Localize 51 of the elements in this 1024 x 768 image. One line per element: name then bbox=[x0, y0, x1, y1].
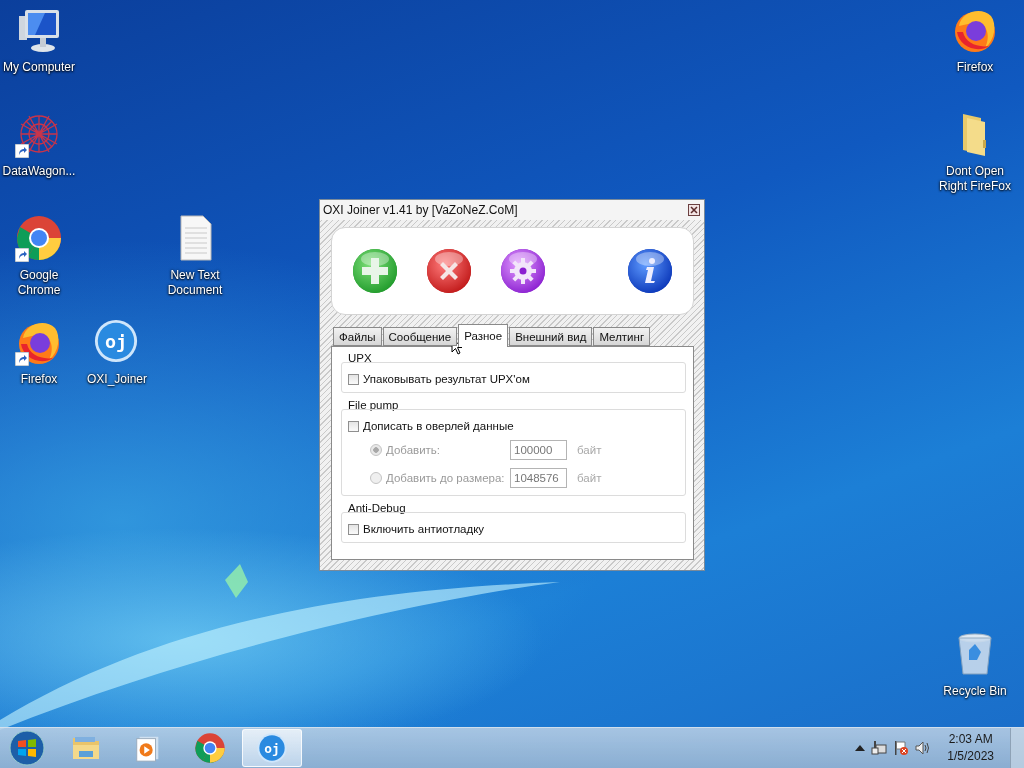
tab[interactable]: Сообщение bbox=[382, 327, 458, 346]
radio-label: Добавить до размера: bbox=[386, 472, 505, 484]
checkbox-label: Включить антиотладку bbox=[363, 523, 485, 535]
checkbox[interactable] bbox=[348, 420, 359, 432]
windows-orb-icon bbox=[9, 730, 45, 766]
group-title: UPX bbox=[348, 352, 373, 365]
delete-button[interactable] bbox=[426, 248, 472, 294]
oj-logo-icon: oj bbox=[256, 732, 288, 764]
plus-icon bbox=[352, 248, 398, 294]
clock-time[interactable]: 2:03 AM bbox=[948, 731, 993, 748]
chrome-icon bbox=[194, 732, 226, 764]
cross-icon bbox=[426, 248, 472, 294]
group-title: Anti-Debug bbox=[348, 502, 407, 515]
taskbar-app-button[interactable]: oj bbox=[242, 729, 302, 767]
oj-logo-icon: oj bbox=[93, 318, 139, 364]
caret-up-icon[interactable] bbox=[855, 745, 866, 751]
desktop-icon-label[interactable]: DataWagon... bbox=[2, 164, 76, 179]
desktop-icon-label[interactable]: Recycle Bin bbox=[943, 684, 1007, 699]
add-button[interactable] bbox=[352, 248, 398, 294]
show-desktop-button[interactable] bbox=[1010, 728, 1024, 768]
checkbox-label: Упаковывать результат UPX'ом bbox=[363, 373, 530, 385]
unit-label: байт bbox=[577, 472, 602, 484]
desktop-icon-label[interactable]: Google Chrome bbox=[0, 268, 78, 298]
tab[interactable]: Файлы bbox=[333, 327, 382, 346]
info-icon bbox=[627, 248, 673, 294]
checkbox-label: Дописать в оверлей данные bbox=[363, 420, 514, 432]
unit-label: байт bbox=[577, 444, 602, 456]
window-title: OXI Joiner v1.41 by [VaZoNeZ.CoM] bbox=[323, 203, 518, 217]
network-icon[interactable] bbox=[871, 740, 888, 756]
flag-icon[interactable] bbox=[893, 740, 910, 756]
close-button[interactable] bbox=[688, 204, 700, 216]
gear-icon bbox=[500, 248, 546, 294]
desktop-icon-label[interactable]: OXI_Joiner bbox=[87, 372, 147, 387]
desktop-icon-label[interactable]: Firefox bbox=[20, 372, 58, 387]
radio-label: Добавить: bbox=[386, 444, 441, 456]
desktop-icon-label[interactable]: Firefox bbox=[956, 60, 994, 75]
group-title: File pump bbox=[348, 399, 400, 412]
speaker-icon[interactable] bbox=[915, 740, 932, 756]
settings-button[interactable] bbox=[500, 248, 546, 294]
info-button[interactable] bbox=[627, 248, 673, 294]
tab[interactable]: Мелтинг bbox=[593, 327, 651, 346]
tab[interactable]: Разное bbox=[458, 324, 509, 347]
chrome-icon bbox=[15, 214, 63, 262]
tab[interactable]: Внешний вид bbox=[509, 327, 593, 346]
checkbox[interactable] bbox=[348, 523, 359, 535]
close-icon bbox=[690, 206, 698, 214]
clock-date[interactable]: 1/5/2023 bbox=[947, 748, 994, 765]
desktop-icon-label[interactable]: Dont Open Right FireFox bbox=[936, 164, 1014, 194]
checkbox[interactable] bbox=[348, 373, 359, 385]
desktop-icon-label[interactable]: New Text Document bbox=[156, 268, 234, 298]
desktop-icon-label[interactable]: My Computer bbox=[3, 60, 75, 75]
